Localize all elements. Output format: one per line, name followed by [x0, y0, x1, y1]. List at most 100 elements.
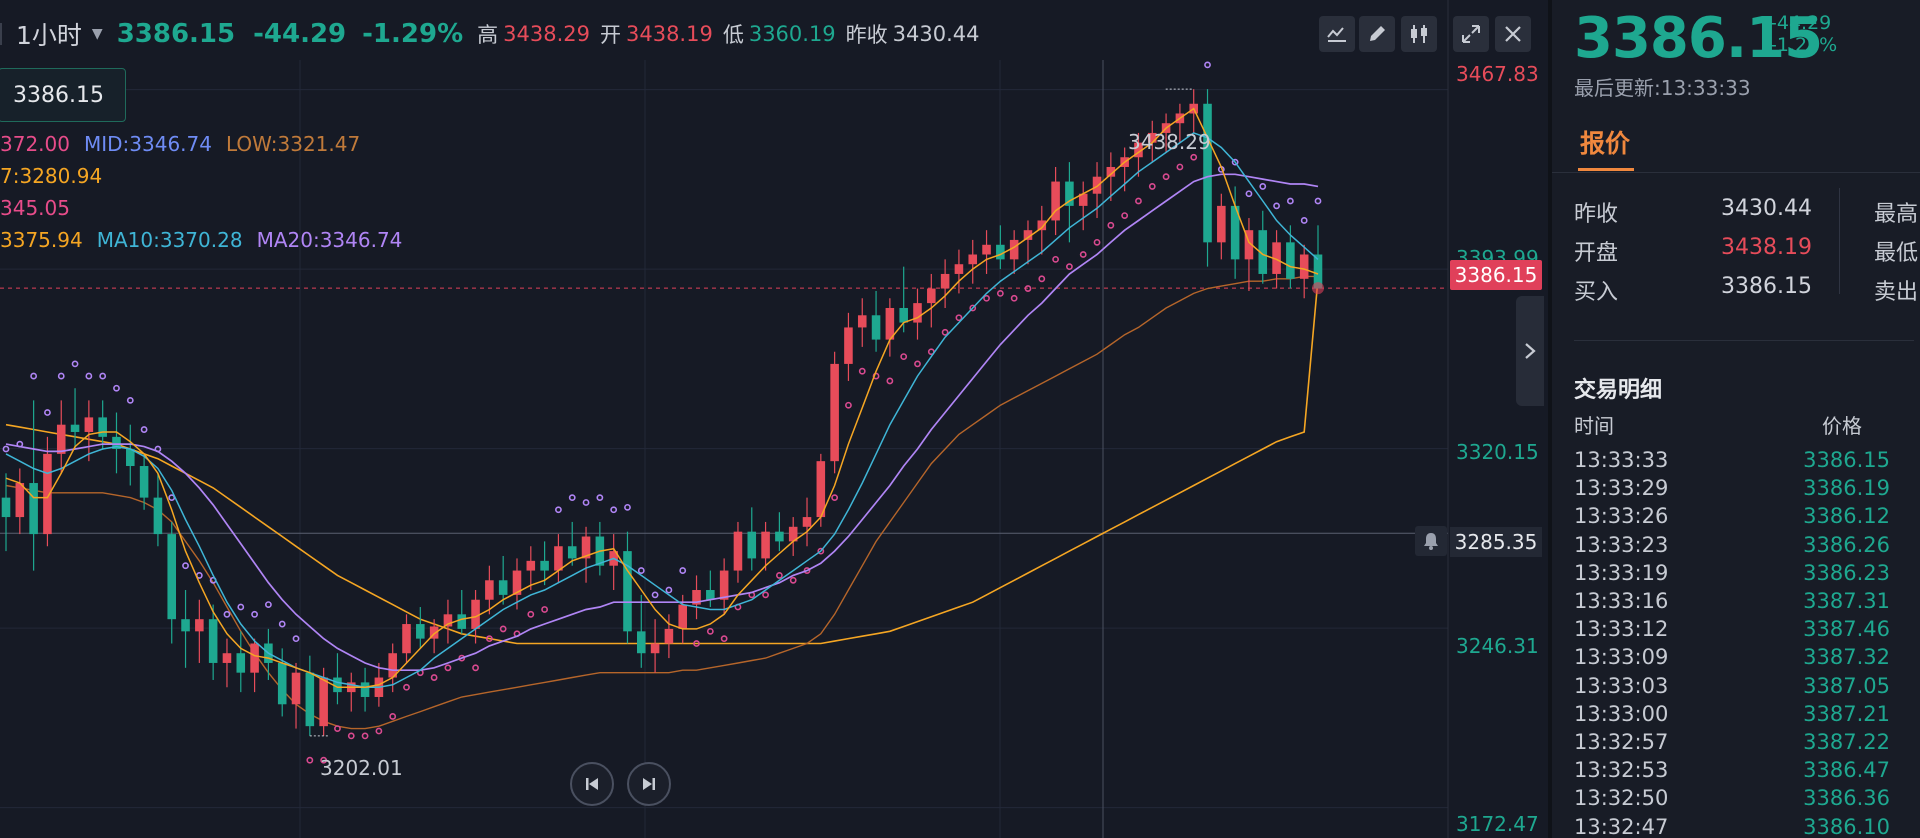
candle-body: [485, 580, 494, 600]
close-icon: [1505, 26, 1521, 42]
boll-mid: MID:3346.74: [83, 132, 212, 156]
candle-body: [153, 497, 163, 535]
candle-body: [526, 560, 536, 571]
sar-dot: [347, 732, 355, 740]
candle-body: [126, 449, 135, 467]
y-tick-label: 3172.47: [1456, 812, 1539, 836]
header-price: 3386.15: [116, 19, 236, 49]
draw-pen-icon: [1370, 26, 1385, 41]
trade-price: 3386.15: [1803, 448, 1890, 472]
trade-row: 13:33:26 3386.12: [1574, 504, 1904, 532]
prev-close-label: 昨收: [845, 23, 888, 47]
candle-body: [637, 631, 646, 654]
sar-dot: [306, 756, 314, 764]
candle-body: [195, 619, 204, 632]
panel-change-value: -44.29: [1770, 12, 1832, 34]
sar-dot: [1148, 183, 1156, 190]
boll-low: LOW:3321.47: [225, 132, 361, 156]
sar-dot: [99, 372, 107, 380]
trade-row: 13:33:16 3387.31: [1574, 589, 1904, 617]
candle-body: [996, 244, 1005, 260]
trade-time: 13:33:19: [1574, 560, 1669, 585]
candle-body: [830, 363, 839, 462]
quote-row: 开盘 3438.19 最低: [1574, 235, 1920, 266]
candle-body: [319, 677, 328, 727]
sar-dot: [775, 572, 783, 579]
sar-dot: [389, 713, 397, 720]
sar-indicator: 345.05: [0, 196, 70, 220]
trade-price: 3386.19: [1803, 476, 1890, 501]
quote-row: 买入 3386.15 卖出: [1574, 274, 1920, 305]
trade-price: 3386.12: [1803, 504, 1890, 529]
candle-style-icon: [1411, 25, 1427, 43]
candle-body: [84, 417, 94, 432]
sar-dot: [1079, 251, 1087, 258]
indicator-button[interactable]: [1319, 16, 1355, 52]
candle-body: [70, 424, 80, 432]
quote-value: 3430.44: [1721, 196, 1812, 221]
sar-dot: [1300, 217, 1308, 224]
timeframe-selector[interactable]: 1小时: [16, 16, 82, 52]
expand-panel-button[interactable]: [1516, 296, 1544, 406]
scroll-to-start-button[interactable]: [570, 762, 614, 806]
candle-body: [208, 619, 218, 663]
sar-dot: [237, 603, 245, 611]
candle-body: [540, 560, 549, 571]
candle-body: [139, 466, 149, 498]
candle-style-button[interactable]: [1401, 16, 1437, 52]
candle-body: [913, 303, 922, 323]
trade-row: 13:33:09 3387.32: [1574, 645, 1904, 673]
close-button[interactable]: [1495, 16, 1531, 52]
ma-long-indicator: 7:3280.94: [0, 164, 103, 188]
quote-label: 最低: [1874, 241, 1919, 266]
scroll-to-end-button[interactable]: [627, 762, 671, 806]
quote-value: 3438.19: [1721, 235, 1812, 260]
collapse-icon: [1462, 25, 1480, 43]
candle-body: [305, 672, 315, 727]
trade-price: 3386.26: [1803, 532, 1890, 557]
ma20-value: MA20:3346.74: [256, 228, 403, 252]
ma10-line: [5, 132, 1319, 689]
chart-pane[interactable]: 1小时 ▼ 3386.15 -44.29 -1.29% 高 3438.29 开 …: [0, 0, 1544, 838]
sar-dot: [1162, 173, 1170, 181]
trade-row: 13:33:23 3386.26: [1574, 533, 1904, 561]
candle-body: [167, 534, 177, 620]
sar-dot: [1121, 212, 1129, 219]
candle-body: [416, 624, 425, 639]
draw-button[interactable]: [1359, 16, 1395, 52]
trade-time: 13:32:53: [1574, 758, 1669, 783]
high-label: 高: [477, 23, 499, 47]
sar-dot: [264, 601, 272, 608]
candle-body: [554, 546, 563, 571]
candle-body: [678, 604, 687, 629]
sar-dot: [1107, 221, 1115, 229]
trades-title: 交易明细: [1574, 378, 1663, 403]
candle-body: [954, 264, 964, 274]
candle-body: [747, 531, 757, 559]
trade-row: 13:32:47 3386.10: [1574, 815, 1904, 838]
candle-body: [277, 662, 287, 705]
collapse-button[interactable]: [1453, 16, 1489, 52]
trade-row: 13:33:03 3387.05: [1574, 674, 1904, 702]
sar-dot: [568, 494, 576, 502]
sar-dot: [361, 732, 369, 740]
price-alert-button[interactable]: [1415, 526, 1447, 556]
divider: [1552, 172, 1920, 173]
header-change: -44.29: [253, 19, 347, 49]
quote-label: 最高: [1874, 202, 1919, 227]
sar-dot: [85, 372, 93, 380]
candle-body: [719, 570, 729, 600]
trade-time: 13:32:50: [1574, 786, 1669, 811]
trade-time: 13:33:29: [1574, 476, 1669, 501]
tab-quote[interactable]: 报价: [1580, 124, 1630, 160]
sar-dot: [1176, 163, 1184, 171]
chevron-down-icon[interactable]: ▼: [92, 26, 103, 42]
trade-row: 13:32:57 3387.22: [1574, 730, 1904, 758]
candlestick-chart[interactable]: [0, 0, 1544, 838]
low-extreme-label: 3202.01: [320, 756, 403, 780]
candle-body: [236, 653, 246, 673]
price-box: 3386.15: [0, 68, 126, 122]
candle-body: [457, 614, 467, 629]
open-label: 开: [599, 23, 621, 47]
sar-dot: [762, 591, 769, 599]
